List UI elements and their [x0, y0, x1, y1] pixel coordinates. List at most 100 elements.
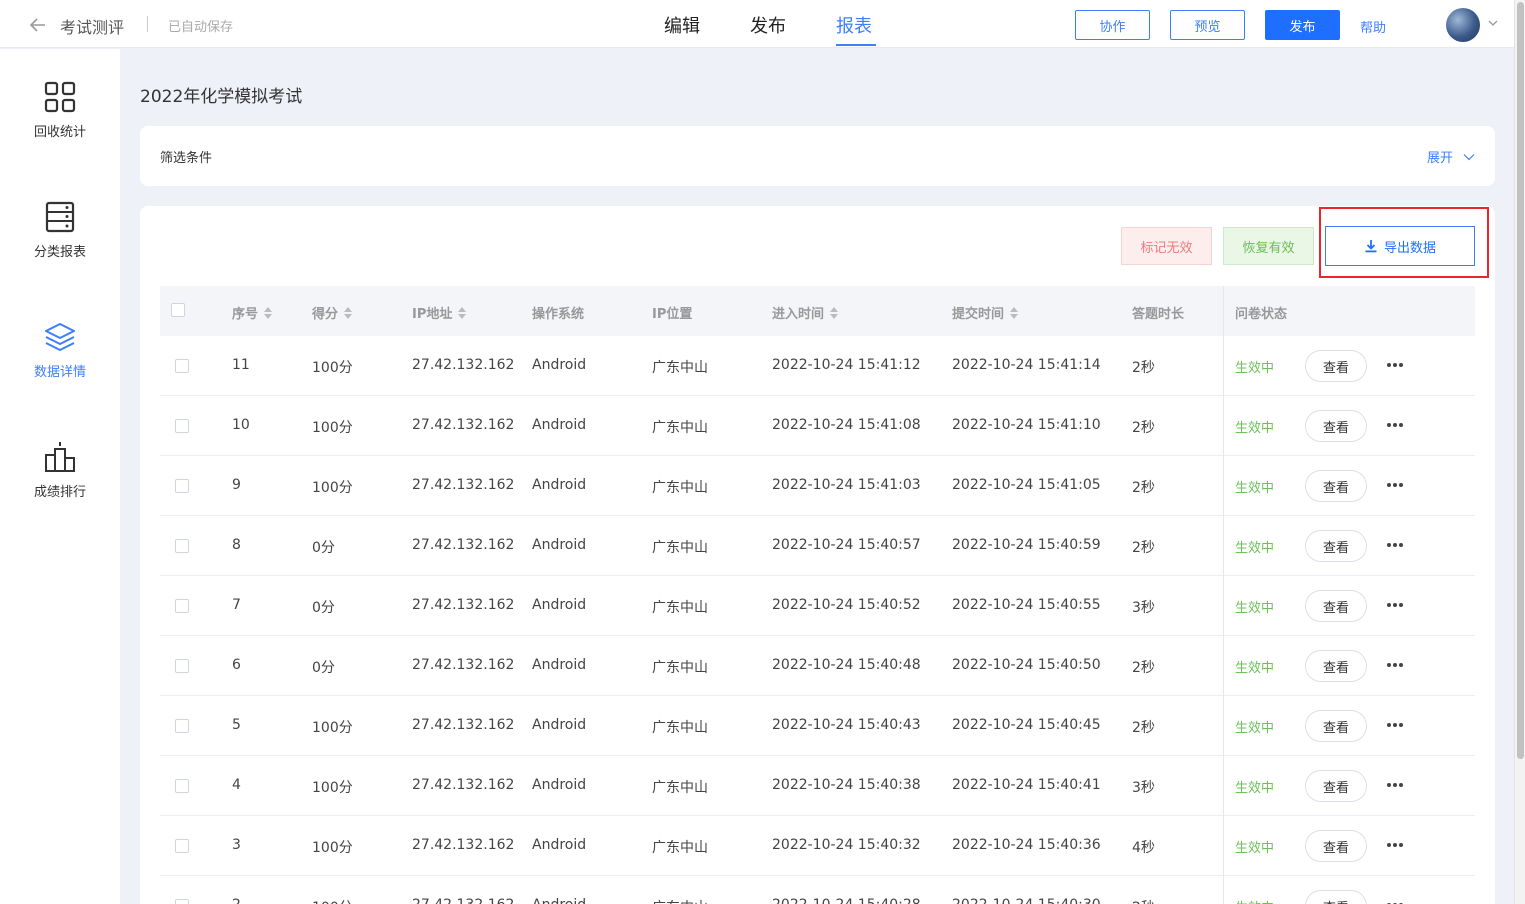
cell-submit: 2022-10-24 15:41:14: [952, 357, 1101, 373]
more-icon[interactable]: [1386, 416, 1404, 434]
table-row[interactable]: 9 100分 27.42.132.162 Android 广东中山 2022-10-24 …: [160, 456, 1475, 516]
table-row[interactable]: 10 100分 27.42.132.162 Android 广东中山 2022-10-24…: [160, 396, 1475, 456]
tab-publish[interactable]: 发布: [750, 12, 786, 38]
table-row[interactable]: 3 100分 27.42.132.162 Android 广东中山 2022-10-24 …: [160, 816, 1475, 876]
cell-ip: 27.42.132.162: [412, 717, 515, 733]
cell-loc: 广东中山: [652, 360, 708, 376]
col-header-ip[interactable]: IP地址: [412, 303, 467, 322]
cell-os: Android: [532, 837, 587, 853]
publish-button[interactable]: 发布: [1265, 10, 1340, 40]
row-checkbox[interactable]: [175, 599, 189, 613]
cell-os: Android: [532, 657, 587, 673]
cell-ip: 27.42.132.162: [412, 897, 514, 904]
status-badge: 生效中: [1235, 721, 1275, 736]
col-header-enter-time[interactable]: 进入时间: [772, 303, 839, 322]
row-checkbox[interactable]: [175, 479, 189, 493]
col-header-no[interactable]: 序号: [232, 303, 273, 322]
sidebar: 回收统计 分类报表 数据详情 成绩排行: [0, 49, 120, 904]
table-row[interactable]: 4 100分 27.42.132.162 Android 广东中山 2022-10-24 …: [160, 756, 1475, 816]
sidebar-item-ranking[interactable]: 成绩排行: [0, 441, 120, 531]
row-checkbox[interactable]: [175, 659, 189, 673]
table-row[interactable]: 8 0分 27.42.132.162 Android 广东中山 2022-10-24 15…: [160, 516, 1475, 576]
more-icon[interactable]: [1386, 356, 1404, 374]
data-table-card: 标记无效 恢复有效 导出数据 序号 得分 IP地址 操作系统 IP位置 进入时间…: [140, 206, 1495, 904]
col-header-score[interactable]: 得分: [312, 303, 353, 322]
chevron-down-icon[interactable]: [1487, 17, 1499, 29]
cell-os: Android: [532, 357, 587, 373]
user-avatar-icon[interactable]: [1446, 8, 1480, 42]
help-link[interactable]: 帮助: [1360, 17, 1386, 36]
cell-no: 4: [232, 777, 241, 793]
more-icon[interactable]: [1386, 716, 1404, 734]
cell-no: 6: [232, 657, 241, 673]
view-button[interactable]: 查看: [1305, 470, 1367, 502]
cell-no: 7: [232, 597, 241, 613]
more-icon[interactable]: [1386, 536, 1404, 554]
row-checkbox[interactable]: [175, 719, 189, 733]
table-row[interactable]: 11 100分 27.42.132.162 Android 广东中山 2022-10-24…: [160, 336, 1475, 396]
cell-submit: 2022-10-24 15:41:10: [952, 417, 1101, 433]
row-checkbox[interactable]: [175, 839, 189, 853]
cell-no: 10: [232, 417, 250, 433]
view-button[interactable]: 查看: [1305, 770, 1367, 802]
mark-invalid-button[interactable]: 标记无效: [1121, 227, 1212, 265]
view-button[interactable]: 查看: [1305, 590, 1367, 622]
view-button[interactable]: 查看: [1305, 650, 1367, 682]
preview-button[interactable]: 预览: [1170, 10, 1245, 40]
top-bar: 考试测评 已自动保存 编辑 发布 报表 协作 预览 发布 帮助: [0, 0, 1514, 48]
view-button[interactable]: 查看: [1305, 710, 1367, 742]
row-checkbox[interactable]: [175, 359, 189, 373]
cell-loc: 广东中山: [652, 420, 708, 436]
more-icon[interactable]: [1386, 596, 1404, 614]
cell-no: 8: [232, 537, 241, 553]
view-button[interactable]: 查看: [1305, 350, 1367, 382]
sidebar-item-label: 回收统计: [33, 125, 86, 140]
row-checkbox[interactable]: [175, 779, 189, 793]
table-header: 序号 得分 IP地址 操作系统 IP位置 进入时间 提交时间 答题时长 问卷状态: [160, 286, 1475, 336]
cell-enter: 2022-10-24 15:40:28: [772, 897, 921, 904]
sidebar-item-category-report[interactable]: 分类报表: [0, 201, 120, 291]
table-row[interactable]: 2 100分 27.42.132.162 Android 广东中山 2022-10-24 …: [160, 876, 1475, 904]
sidebar-item-data-detail[interactable]: 数据详情: [0, 321, 120, 411]
col-header-submit-time[interactable]: 提交时间: [952, 303, 1019, 322]
expand-toggle[interactable]: 展开: [1427, 147, 1475, 166]
view-button[interactable]: 查看: [1305, 410, 1367, 442]
tab-edit[interactable]: 编辑: [664, 12, 700, 38]
fixed-column-divider: [1223, 286, 1224, 904]
sidebar-item-stats[interactable]: 回收统计: [0, 81, 120, 171]
status-badge: 生效中: [1235, 661, 1275, 676]
col-header-location: IP位置: [652, 307, 693, 322]
table-row[interactable]: 6 0分 27.42.132.162 Android 广东中山 2022-10-24 15…: [160, 636, 1475, 696]
cell-dur: 2秒: [1132, 720, 1155, 736]
table-row[interactable]: 5 100分 27.42.132.162 Android 广东中山 2022-10-24 …: [160, 696, 1475, 756]
row-checkbox[interactable]: [175, 539, 189, 553]
more-icon[interactable]: [1386, 476, 1404, 494]
view-button[interactable]: 查看: [1305, 830, 1367, 862]
row-checkbox[interactable]: [175, 419, 189, 433]
select-all-checkbox[interactable]: [171, 303, 185, 317]
row-checkbox[interactable]: [175, 899, 189, 904]
cell-submit: 2022-10-24 15:40:41: [952, 777, 1101, 793]
view-button[interactable]: 查看: [1305, 530, 1367, 562]
cell-no: 2: [232, 897, 241, 904]
sort-icon: [830, 306, 839, 319]
more-icon[interactable]: [1386, 836, 1404, 854]
sidebar-item-label: 分类报表: [33, 245, 86, 260]
back-arrow-icon[interactable]: [28, 15, 48, 35]
col-header-duration: 答题时长: [1132, 307, 1185, 322]
more-icon[interactable]: [1386, 896, 1404, 904]
app-title: 考试测评: [60, 18, 125, 37]
more-icon[interactable]: [1386, 776, 1404, 794]
grid-icon: [44, 81, 76, 113]
cell-ip: 27.42.132.162: [412, 357, 515, 373]
more-icon[interactable]: [1386, 656, 1404, 674]
scrollbar-thumb[interactable]: [1517, 2, 1524, 759]
restore-valid-button[interactable]: 恢复有效: [1223, 227, 1314, 265]
tab-report[interactable]: 报表: [836, 12, 872, 38]
cell-submit: 2022-10-24 15:40:36: [952, 837, 1101, 853]
table-row[interactable]: 7 0分 27.42.132.162 Android 广东中山 2022-10-24 15…: [160, 576, 1475, 636]
view-button[interactable]: 查看: [1305, 890, 1367, 904]
collab-button[interactable]: 协作: [1075, 10, 1150, 40]
cell-os: Android: [532, 717, 587, 733]
cell-score: 0分: [312, 540, 335, 556]
